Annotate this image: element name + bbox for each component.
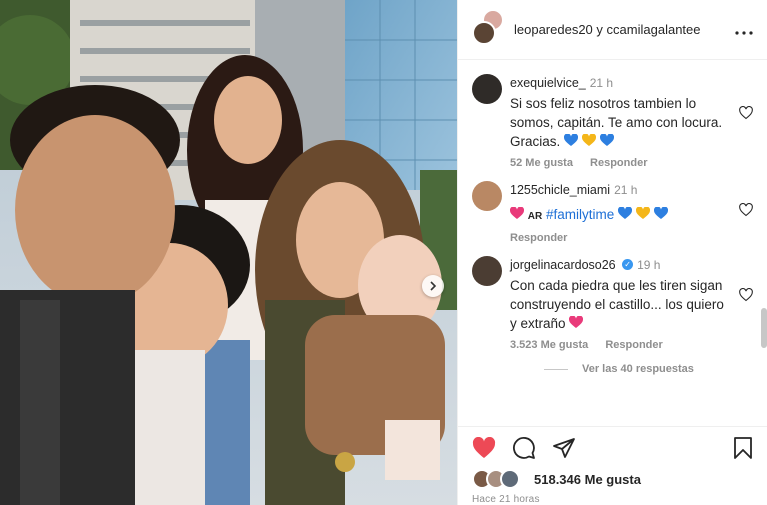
reply-button[interactable]: Responder: [605, 339, 662, 351]
comment-text: AR #familytime: [510, 205, 729, 226]
more-options-button[interactable]: [735, 19, 753, 40]
post-authors: leoparedes20 y ccamilagalantee: [514, 22, 735, 37]
author-link[interactable]: ccamilagalantee: [607, 22, 701, 37]
avatar[interactable]: [472, 181, 502, 211]
comment-item: exequielvice_ 21 h Si sos feliz nosotros …: [472, 74, 753, 169]
flag-text: AR: [527, 211, 543, 222]
bookmark-icon: [734, 436, 752, 459]
hashtag-link[interactable]: #familytime: [546, 207, 614, 222]
comment-username[interactable]: 1255chicle_miami: [510, 183, 610, 197]
scrollbar-thumb[interactable]: [761, 308, 767, 348]
liker-avatars: [472, 469, 528, 489]
comment-meta: 3.523 Me gusta Responder: [510, 339, 729, 351]
comment-likes[interactable]: 3.523 Me gusta: [510, 339, 588, 351]
comments-list[interactable]: exequielvice_ 21 h Si sos feliz nosotros …: [458, 60, 767, 426]
comment-item: 1255chicle_miami 21 h AR #familytime Resp…: [472, 181, 753, 244]
yellow-heart-icon: [635, 207, 650, 219]
collab-avatars[interactable]: [472, 8, 504, 45]
next-photo-button[interactable]: [422, 275, 444, 297]
family-photo-illustration: [0, 0, 457, 505]
author-joiner: y: [596, 22, 603, 37]
comment-text: Si sos feliz nosotros tambien lo somos, …: [510, 94, 729, 151]
blue-heart-icon: [653, 207, 668, 219]
comment-username[interactable]: jorgelinacardoso26: [510, 258, 616, 272]
blue-heart-icon: [618, 207, 633, 219]
avatar[interactable]: [472, 74, 502, 104]
pink-heart-icon: [510, 207, 524, 219]
comment-username[interactable]: exequielvice_: [510, 76, 586, 90]
share-button[interactable]: [552, 436, 576, 460]
likes-label: Me gusta: [584, 471, 641, 487]
comment-meta: 52 Me gusta Responder: [510, 157, 729, 169]
share-icon: [553, 437, 575, 458]
avatar: [472, 20, 496, 45]
comment-time: 21 h: [589, 76, 614, 90]
avatar: [500, 469, 520, 489]
like-comment-heart-icon[interactable]: [739, 106, 753, 120]
likes-row[interactable]: 518.346 Me gusta: [458, 468, 767, 490]
instagram-post: leoparedes20 y ccamilagalantee exequielv…: [0, 0, 767, 505]
comment-item: jorgelinacardoso26 ✓ 19 h Con cada piedra…: [472, 256, 753, 351]
post-side-panel: leoparedes20 y ccamilagalantee exequielv…: [457, 0, 767, 505]
chevron-right-icon: [430, 281, 437, 291]
view-replies-button[interactable]: Ver las 40 respuestas: [544, 363, 753, 375]
author-link[interactable]: leoparedes20: [514, 22, 593, 37]
pink-heart-icon: [569, 316, 584, 328]
comment-text-body: Con cada piedra que les tiren sigan cons…: [510, 278, 724, 331]
comment-icon: [513, 436, 535, 459]
comment-text-body: Si sos feliz nosotros tambien lo somos, …: [510, 96, 723, 149]
likes-count: 518.346 Me gusta: [534, 472, 641, 487]
like-button[interactable]: [472, 436, 496, 459]
comment-time: 21 h: [614, 183, 638, 197]
yellow-heart-icon: [581, 134, 596, 146]
blue-heart-icon: [599, 134, 614, 146]
comment-meta: Responder: [510, 232, 729, 244]
likes-number: 518.346: [534, 471, 581, 487]
reply-button[interactable]: Responder: [510, 232, 567, 244]
heart-icon: [472, 436, 496, 458]
post-timestamp: Hace 21 horas: [472, 494, 540, 505]
post-photo[interactable]: [0, 0, 457, 505]
comment-button[interactable]: [512, 436, 536, 460]
like-comment-heart-icon[interactable]: [739, 288, 753, 302]
more-icon: [735, 31, 753, 35]
blue-heart-icon: [564, 134, 579, 146]
like-comment-heart-icon[interactable]: [739, 203, 753, 217]
post-header: leoparedes20 y ccamilagalantee: [458, 0, 767, 60]
post-actions: [458, 426, 767, 468]
reply-button[interactable]: Responder: [590, 157, 647, 169]
save-button[interactable]: [733, 436, 753, 460]
comment-text: Con cada piedra que les tiren sigan cons…: [510, 276, 729, 333]
comment-likes[interactable]: 52 Me gusta: [510, 157, 573, 169]
verified-icon: ✓: [622, 259, 634, 271]
avatar[interactable]: [472, 256, 502, 286]
comment-time: 19 h: [637, 258, 661, 272]
